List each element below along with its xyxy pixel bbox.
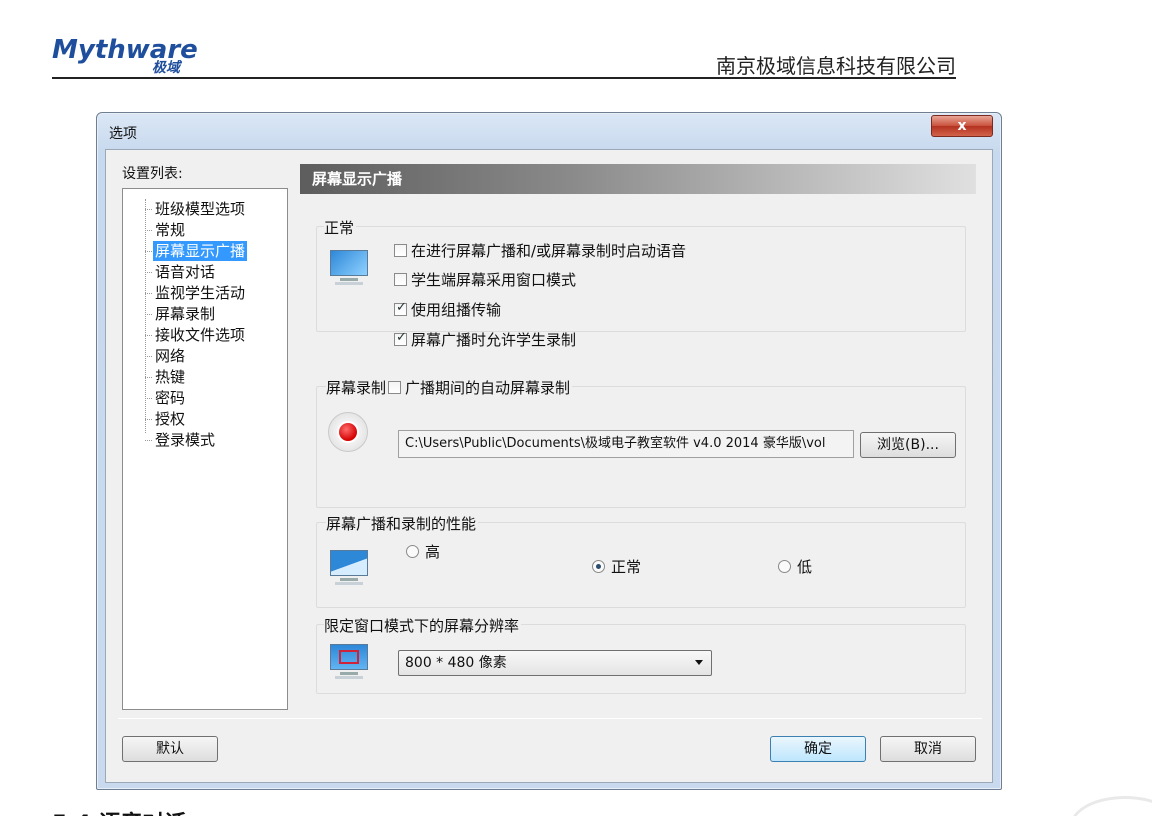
cancel-button[interactable]: 取消	[880, 736, 976, 762]
resolution-select-value: 800 * 480 像素	[405, 655, 507, 671]
checkbox-auto-record[interactable]	[388, 381, 402, 394]
close-button[interactable]: x	[931, 115, 993, 137]
radio-normal[interactable]	[592, 560, 605, 573]
tree-item-hotkeys[interactable]: 热键	[144, 367, 187, 387]
recording-group-title-text: 屏幕录制	[326, 379, 387, 397]
tree-item-authorization[interactable]: 授权	[144, 409, 187, 429]
window-title: 选项	[109, 126, 137, 142]
tree-item-password[interactable]: 密码	[144, 388, 187, 408]
tree-item-general[interactable]: 常规	[144, 220, 187, 240]
radio-low[interactable]	[778, 560, 791, 573]
options-dialog: 选项 x 设置列表: 班级模型选项 常规 屏幕显示广播 语音对话 监视学生活动 …	[96, 112, 1002, 790]
tree-item-receive-files[interactable]: 接收文件选项	[144, 325, 247, 345]
performance-low-label: 低	[797, 558, 813, 576]
record-icon	[328, 412, 368, 452]
settings-tree[interactable]: 班级模型选项 常规 屏幕显示广播 语音对话 监视学生活动 屏幕录制 接收文件选项…	[122, 188, 288, 710]
tree-item-voice-chat[interactable]: 语音对话	[144, 262, 217, 282]
normal-group-title: 正常	[324, 217, 357, 238]
option-window-mode-label: 学生端屏幕采用窗口模式	[411, 271, 577, 289]
watermark	[1070, 796, 1152, 816]
monitor-icon	[328, 548, 370, 588]
radio-high[interactable]	[406, 545, 419, 558]
tree-item-login-mode[interactable]: 登录模式	[144, 430, 217, 450]
panel-title: 屏幕显示广播	[300, 164, 976, 194]
window-resolution-icon	[328, 642, 370, 682]
option-window-mode[interactable]: 学生端屏幕采用窗口模式	[394, 269, 576, 290]
performance-high-label: 高	[425, 543, 441, 561]
tree-item-screen-broadcast[interactable]: 屏幕显示广播	[144, 241, 248, 261]
mythware-logo: Mythware 极域	[52, 36, 222, 78]
recording-group-title: 屏幕录制 广播期间的自动屏幕录制	[326, 377, 573, 398]
logo-sub-text: 极域	[152, 60, 180, 76]
default-button[interactable]: 默认	[122, 736, 218, 762]
header-rule	[52, 77, 956, 79]
checkbox-start-voice[interactable]	[394, 244, 407, 257]
option-multicast[interactable]: 使用组播传输	[394, 299, 501, 320]
chevron-down-icon	[695, 660, 703, 665]
checkbox-multicast[interactable]	[394, 300, 407, 316]
tree-item-monitor-students[interactable]: 监视学生活动	[144, 283, 247, 303]
dialog-client-area: 设置列表: 班级模型选项 常规 屏幕显示广播 语音对话 监视学生活动 屏幕录制 …	[105, 149, 993, 783]
performance-normal-label: 正常	[611, 558, 642, 576]
performance-group-title: 屏幕广播和录制的性能	[326, 513, 479, 534]
section-heading: 5.4 语音对话	[52, 806, 187, 816]
title-bar[interactable]: 选项 x	[97, 113, 1001, 149]
resolution-select[interactable]: 800 * 480 像素	[398, 650, 712, 676]
tree-item-class-model[interactable]: 班级模型选项	[144, 199, 247, 219]
ok-button[interactable]: 确定	[770, 736, 866, 762]
close-icon: x	[957, 118, 967, 134]
option-start-voice-label: 在进行屏幕广播和/或屏幕录制时启动语音	[411, 242, 687, 260]
option-multicast-label: 使用组播传输	[411, 301, 502, 319]
performance-low[interactable]: 低	[778, 556, 812, 577]
option-start-voice[interactable]: 在进行屏幕广播和/或屏幕录制时启动语音	[394, 240, 686, 261]
checkbox-allow-student-record[interactable]	[394, 330, 407, 346]
company-name: 南京极域信息科技有限公司	[716, 54, 956, 78]
performance-high[interactable]: 高	[406, 541, 440, 562]
tree-item-network[interactable]: 网络	[144, 346, 187, 366]
checkbox-window-mode[interactable]	[394, 273, 407, 286]
browse-button[interactable]: 浏览(B)...	[860, 432, 956, 458]
logo-text: Mythware	[52, 35, 198, 65]
resolution-group-title: 限定窗口模式下的屏幕分辨率	[324, 615, 522, 636]
settings-list-label: 设置列表:	[122, 166, 183, 182]
tree-item-screen-recording[interactable]: 屏幕录制	[144, 304, 217, 324]
footer-separator	[118, 718, 982, 719]
option-allow-student-record-label: 屏幕广播时允许学生录制	[411, 331, 577, 349]
performance-normal[interactable]: 正常	[592, 556, 641, 577]
option-allow-student-record[interactable]: 屏幕广播时允许学生录制	[394, 329, 576, 350]
screen-broadcast-monitor-icon	[328, 248, 370, 288]
auto-record-label: 广播期间的自动屏幕录制	[405, 379, 571, 397]
recording-path-field[interactable]: C:\Users\Public\Documents\极域电子教室软件 v4.0 …	[398, 430, 854, 458]
